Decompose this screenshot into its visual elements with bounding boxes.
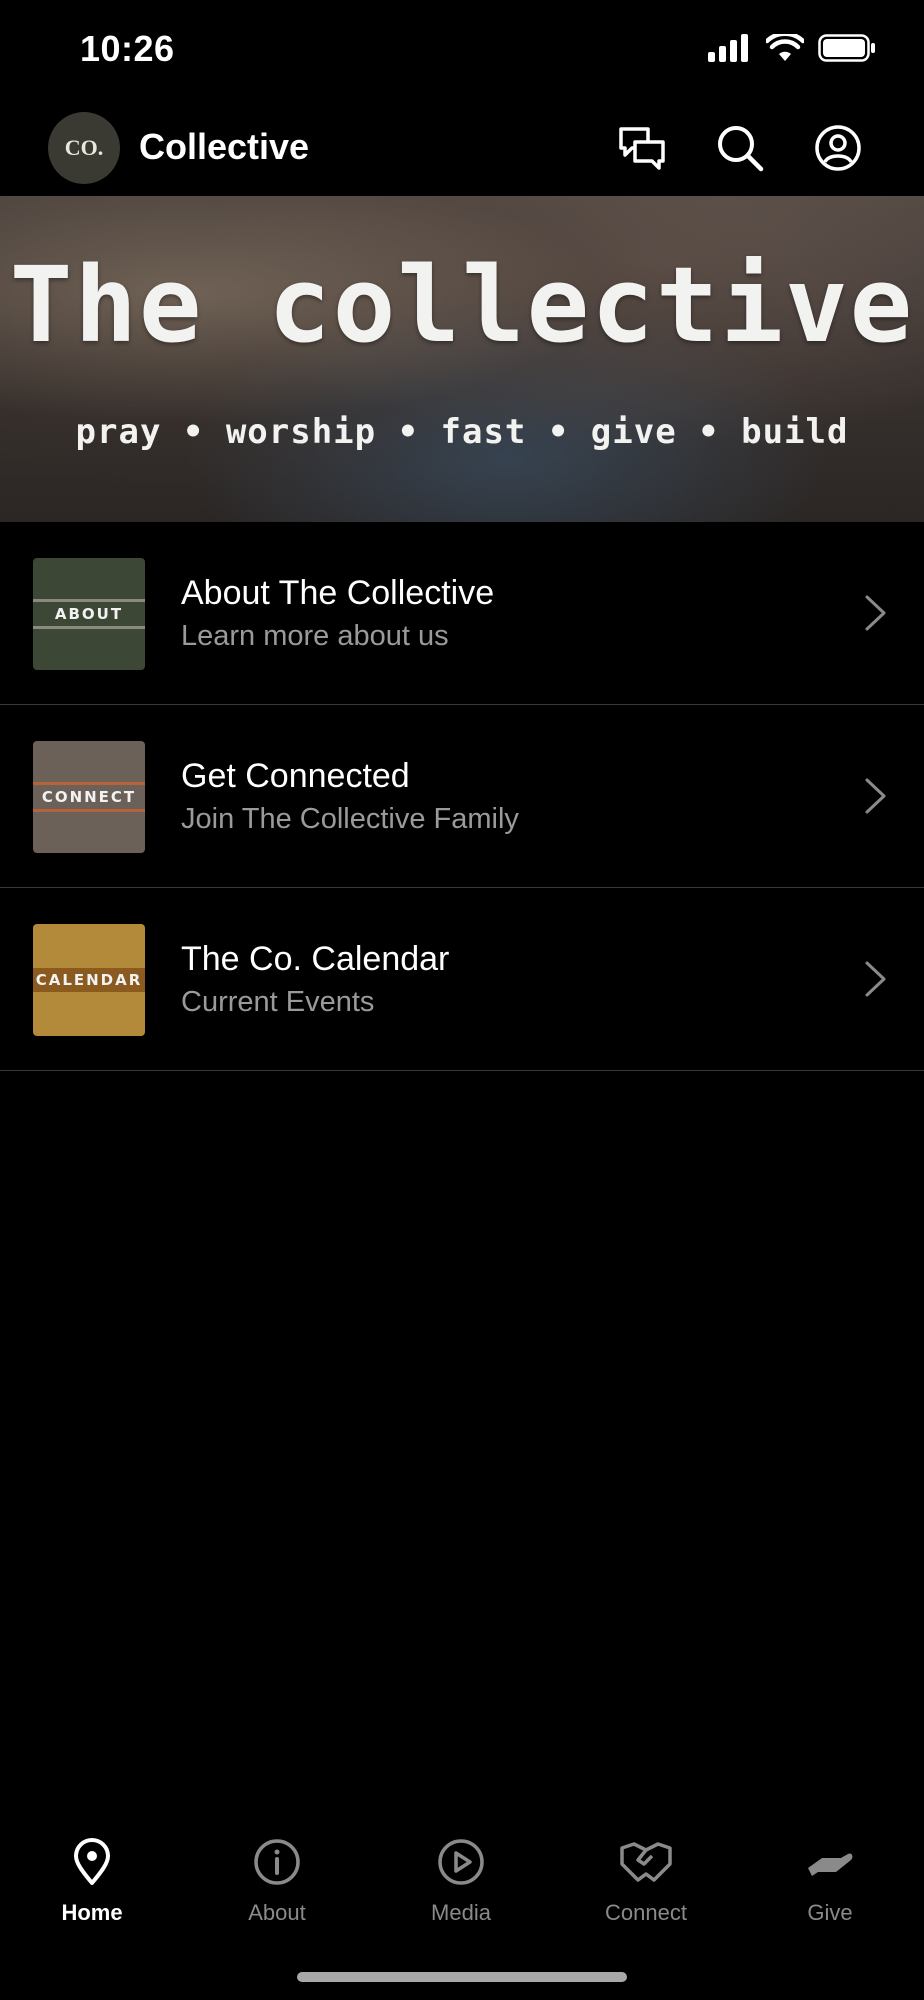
hero-banner[interactable]: The collective pray • worship • fast • g… [0, 196, 924, 522]
about-thumbnail-label: ABOUT [33, 599, 145, 629]
play-icon [438, 1839, 484, 1885]
connect-thumbnail: CONNECT [33, 741, 145, 853]
chevron-right-icon [865, 595, 886, 631]
list-item-about[interactable]: ABOUT About The Collective Learn more ab… [0, 522, 924, 705]
status-time: 10:26 [80, 28, 175, 69]
profile-button[interactable] [812, 122, 864, 174]
tab-label: Media [431, 1900, 491, 1925]
tab-label: Give [807, 1900, 853, 1925]
list-item-calendar[interactable]: CALENDAR The Co. Calendar Current Events [0, 888, 924, 1071]
tab-media[interactable]: Media [381, 1834, 541, 1926]
status-bar: 10:26 [0, 0, 924, 100]
tab-connect[interactable]: Connect [566, 1834, 726, 1926]
chat-icon [619, 127, 665, 170]
bottom-tab-bar: Home About Media Connect Give [0, 1820, 924, 1940]
list-item-title: Get Connected [181, 757, 410, 795]
connect-thumbnail-label: CONNECT [33, 782, 145, 812]
cellular-signal-icon [708, 34, 748, 62]
list-item-subtitle: Current Events [181, 986, 375, 1018]
calendar-thumbnail: CALENDAR [33, 924, 145, 1036]
list-item-title: The Co. Calendar [181, 940, 450, 978]
logo-text: CO. [64, 135, 104, 160]
tab-home[interactable]: Home [12, 1834, 172, 1926]
wifi-icon [766, 34, 804, 61]
tab-label: Home [61, 1900, 123, 1925]
tab-give[interactable]: Give [750, 1834, 910, 1926]
tab-label: Connect [605, 1900, 687, 1925]
handshake-icon [620, 1842, 672, 1882]
content-list: ABOUT About The Collective Learn more ab… [0, 522, 924, 1071]
chevron-right-icon [865, 778, 886, 814]
search-button[interactable] [714, 122, 766, 174]
list-item-connect[interactable]: CONNECT Get Connected Join The Collectiv… [0, 705, 924, 888]
status-icons [708, 34, 876, 62]
search-icon [718, 126, 764, 172]
list-item-subtitle: Learn more about us [181, 620, 449, 652]
chevron-right-icon [865, 961, 886, 997]
app-title: Collective [139, 126, 310, 167]
home-indicator [297, 1972, 627, 1982]
location-pin-icon [74, 1838, 110, 1885]
tab-about[interactable]: About [197, 1834, 357, 1926]
chat-button[interactable] [616, 122, 668, 174]
list-item-title: About The Collective [181, 574, 495, 612]
battery-icon [818, 34, 875, 62]
calendar-thumbnail-label: CALENDAR [33, 968, 145, 992]
giving-hand-icon [808, 1853, 853, 1876]
app-logo[interactable]: CO. [48, 112, 120, 184]
about-thumbnail: ABOUT [33, 558, 145, 670]
app-header: CO. Collective [0, 100, 924, 196]
hero-title: The collective [9, 244, 915, 366]
info-icon [254, 1839, 300, 1885]
profile-icon [815, 125, 861, 171]
list-item-subtitle: Join The Collective Family [181, 803, 519, 835]
hero-subtitle: pray • worship • fast • give • build [75, 412, 849, 452]
tab-label: About [248, 1900, 306, 1925]
